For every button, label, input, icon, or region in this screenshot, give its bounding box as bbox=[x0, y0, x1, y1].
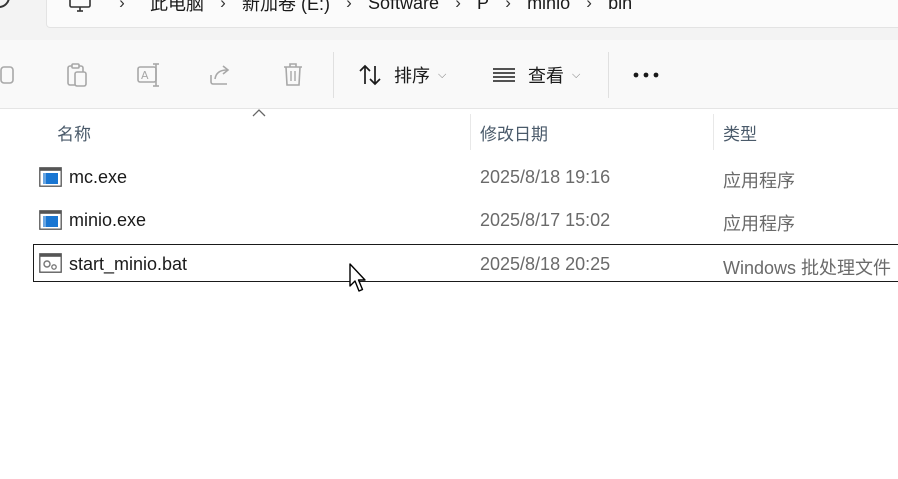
rename-icon[interactable]: A bbox=[136, 62, 162, 88]
more-options-icon[interactable] bbox=[633, 62, 659, 88]
breadcrumb-item-this-pc[interactable]: 此电脑 bbox=[148, 0, 206, 16]
refresh-icon[interactable] bbox=[0, 0, 10, 8]
file-row-selected[interactable]: start_minio.bat 2025/8/18 20:25 Windows … bbox=[33, 244, 898, 282]
file-type: 应用程序 bbox=[723, 214, 795, 234]
breadcrumb: › 此电脑 › 新加卷 (E:) › Software › P › minio … bbox=[68, 0, 634, 14]
chevron-right-icon[interactable]: › bbox=[332, 0, 366, 13]
toolbar-divider bbox=[333, 52, 334, 98]
column-divider[interactable] bbox=[470, 114, 471, 150]
file-name: mc.exe bbox=[69, 167, 128, 187]
file-row[interactable]: mc.exe 2025/8/18 19:16 应用程序 bbox=[33, 159, 898, 195]
view-button[interactable]: 查看 ⌵ bbox=[492, 62, 580, 88]
svg-text:A: A bbox=[141, 69, 149, 82]
file-type: 应用程序 bbox=[723, 171, 795, 191]
computer-icon[interactable] bbox=[68, 0, 92, 13]
file-row[interactable]: minio.exe 2025/8/17 15:02 应用程序 bbox=[33, 202, 898, 238]
view-list-icon bbox=[492, 66, 516, 84]
view-label: 查看 bbox=[528, 66, 564, 86]
breadcrumb-item-software[interactable]: Software bbox=[366, 0, 441, 14]
sort-label: 排序 bbox=[394, 66, 430, 86]
delete-icon[interactable] bbox=[280, 62, 306, 88]
column-name[interactable]: 名称 bbox=[57, 120, 91, 145]
paste-icon[interactable] bbox=[64, 62, 90, 88]
toolbar-divider bbox=[608, 52, 609, 98]
file-date: 2025/8/17 15:02 bbox=[480, 210, 611, 230]
file-explorer-window: › 此电脑 › 新加卷 (E:) › Software › P › minio … bbox=[0, 0, 898, 479]
sort-icon bbox=[358, 64, 382, 86]
chevron-right-icon[interactable]: › bbox=[572, 0, 606, 13]
breadcrumb-item-p[interactable]: P bbox=[475, 0, 491, 14]
file-name: start_minio.bat bbox=[69, 254, 188, 274]
file-date: 2025/8/18 20:25 bbox=[480, 254, 611, 274]
application-icon bbox=[39, 167, 62, 187]
column-divider[interactable] bbox=[713, 114, 714, 150]
column-date-modified[interactable]: 修改日期 bbox=[480, 120, 548, 145]
file-date: 2025/8/18 19:16 bbox=[480, 167, 611, 187]
chevron-down-icon: ⌵ bbox=[438, 68, 447, 81]
mouse-cursor-icon bbox=[349, 263, 366, 292]
sort-ascending-icon bbox=[252, 109, 266, 117]
copy-icon[interactable] bbox=[0, 62, 20, 88]
chevron-right-icon[interactable]: › bbox=[441, 0, 475, 13]
chevron-right-icon[interactable]: › bbox=[491, 0, 525, 13]
breadcrumb-item-drive-e[interactable]: 新加卷 (E:) bbox=[240, 0, 332, 16]
sort-button[interactable]: 排序 ⌵ bbox=[358, 62, 446, 88]
chevron-right-icon[interactable]: › bbox=[206, 0, 240, 13]
file-name: minio.exe bbox=[69, 210, 147, 230]
command-bar: A 排序 ⌵ 查看 ⌵ bbox=[0, 40, 898, 109]
breadcrumb-item-minio[interactable]: minio bbox=[525, 0, 572, 14]
file-type: Windows 批处理文件 bbox=[723, 258, 892, 278]
application-icon bbox=[39, 210, 62, 230]
address-bar-area: › 此电脑 › 新加卷 (E:) › Software › P › minio … bbox=[0, 0, 898, 40]
column-type[interactable]: 类型 bbox=[723, 120, 757, 145]
chevron-right-icon[interactable]: › bbox=[96, 0, 148, 13]
breadcrumb-item-bin[interactable]: bin bbox=[606, 0, 634, 14]
batch-file-icon bbox=[39, 253, 62, 273]
chevron-down-icon: ⌵ bbox=[572, 68, 581, 81]
share-icon[interactable] bbox=[208, 62, 234, 88]
column-header: 名称 修改日期 类型 bbox=[0, 108, 898, 150]
